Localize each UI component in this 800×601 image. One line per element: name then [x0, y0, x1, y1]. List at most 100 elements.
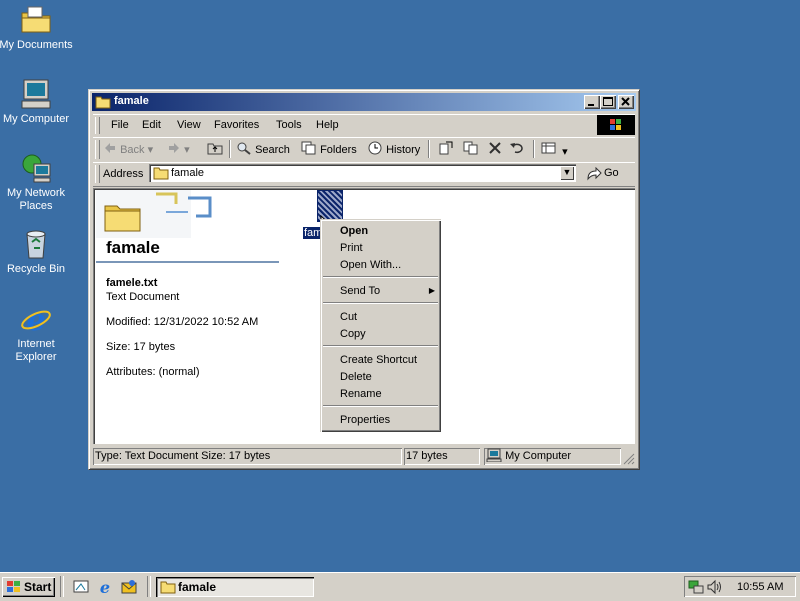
submenu-arrow-icon: ▶ — [428, 286, 435, 295]
back-arrow-icon — [105, 143, 115, 153]
context-menu-open[interactable]: Open — [340, 224, 368, 238]
forward-arrow-icon — [169, 143, 179, 153]
file-details-name: famele.txt — [106, 277, 158, 289]
windows-logo-icon — [7, 581, 20, 592]
address-label: Address — [103, 168, 144, 180]
menu-help[interactable]: Help — [316, 119, 339, 131]
outlook-express-icon[interactable] — [121, 579, 137, 595]
status-bar: Type: Text Document Size: 17 bytes 17 by… — [93, 448, 635, 466]
taskbar-separator — [60, 576, 64, 597]
delete-icon — [489, 142, 501, 154]
desktop-icon-label-line2: Places — [19, 200, 53, 212]
file-details-size: Size: 17 bytes — [106, 341, 176, 353]
menu-tools[interactable]: Tools — [276, 119, 302, 131]
views-dropdown-icon[interactable]: ▾ — [562, 146, 568, 158]
network-tray-icon[interactable] — [688, 579, 704, 595]
minimize-button[interactable] — [584, 95, 600, 109]
desktop-icon-my-computer[interactable]: My Computer — [0, 78, 74, 126]
folders-button[interactable]: Folders — [301, 141, 357, 157]
forward-button[interactable]: ▾ — [167, 141, 190, 157]
desktop-icon-label: My Documents — [0, 39, 73, 51]
status-size-panel: 17 bytes — [404, 448, 480, 465]
resize-grip-icon[interactable] — [623, 453, 635, 465]
context-menu-print[interactable]: Print — [340, 241, 363, 255]
clock[interactable]: 10:55 AM — [737, 581, 783, 593]
context-menu-open-with[interactable]: Open With... — [340, 258, 401, 272]
webview-folder-title: famale — [106, 238, 160, 257]
context-menu-copy[interactable]: Copy — [340, 327, 366, 341]
folder-icon — [104, 205, 141, 232]
my-computer-icon — [20, 78, 52, 110]
search-icon — [237, 142, 251, 155]
menu-grip[interactable] — [95, 117, 100, 134]
address-grip[interactable] — [95, 165, 100, 183]
status-zone-panel: My Computer — [484, 448, 621, 465]
views-button[interactable]: ▾ — [541, 141, 568, 158]
delete-button[interactable] — [487, 141, 503, 157]
svg-text:e: e — [100, 579, 110, 595]
toolbar-grip[interactable] — [95, 140, 100, 159]
go-button[interactable]: Go — [584, 164, 626, 182]
address-dropdown-button[interactable]: ▼ — [560, 166, 574, 180]
desktop-icon-label: My Computer — [2, 113, 70, 125]
undo-icon — [510, 143, 523, 154]
views-icon — [541, 142, 556, 154]
menu-favorites[interactable]: Favorites — [214, 119, 259, 131]
move-to-button[interactable] — [438, 141, 454, 157]
context-menu-delete[interactable]: Delete — [340, 370, 372, 384]
show-desktop-icon[interactable] — [73, 579, 89, 595]
desktop-icon-network-places[interactable]: My Network Places — [0, 152, 74, 213]
back-dropdown-icon[interactable]: ▾ — [148, 144, 154, 156]
history-label: History — [386, 144, 421, 156]
file-details-attributes: Attributes: (normal) — [106, 366, 200, 378]
chevron-down-icon: ▼ — [562, 167, 572, 177]
internet-explorer-icon[interactable]: e — [97, 579, 113, 595]
start-button[interactable]: Start — [2, 577, 55, 597]
up-folder-button[interactable] — [207, 141, 223, 157]
go-arrow-icon — [587, 167, 602, 181]
back-button[interactable]: Back ▾ — [103, 141, 153, 157]
maximize-button[interactable] — [600, 95, 616, 109]
desktop-icon-label: My Network — [6, 187, 66, 199]
webview-title-underline — [96, 261, 279, 263]
taskbar-button-famale[interactable]: famale — [156, 577, 314, 597]
desktop-icon-recycle-bin[interactable]: Recycle Bin — [0, 228, 74, 276]
menu-file[interactable]: File — [111, 119, 129, 131]
context-menu: Open Print Open With... Send To ▶ Cut Co… — [320, 219, 441, 432]
go-label: Go — [604, 167, 619, 179]
menu-edit[interactable]: Edit — [142, 119, 161, 131]
title-bar[interactable]: famale — [92, 93, 636, 111]
folders-icon — [301, 141, 316, 155]
internet-explorer-icon: e — [20, 303, 52, 338]
taskbar-separator — [147, 576, 151, 597]
address-combobox[interactable]: famale ▼ — [149, 164, 576, 182]
volume-icon[interactable] — [706, 579, 722, 595]
context-menu-create-shortcut[interactable]: Create Shortcut — [340, 353, 417, 367]
my-documents-icon — [20, 4, 52, 36]
copy-to-icon — [463, 141, 478, 155]
context-menu-cut[interactable]: Cut — [340, 310, 357, 324]
recycle-bin-icon — [20, 228, 52, 260]
menu-view[interactable]: View — [177, 119, 201, 131]
address-input[interactable]: famale — [171, 167, 204, 179]
context-menu-separator — [323, 302, 438, 304]
toolbar-separator — [428, 140, 430, 158]
close-button[interactable] — [618, 95, 634, 109]
context-menu-separator — [323, 276, 438, 278]
standard-toolbar: Back ▾ ▾ Search Folders History ▾ — [93, 137, 635, 163]
desktop-icon-my-documents[interactable]: My Documents — [0, 4, 74, 52]
history-button[interactable]: History — [367, 141, 420, 157]
search-button[interactable]: Search — [236, 141, 290, 157]
desktop-icon-label-line2: Explorer — [15, 351, 57, 363]
context-menu-properties[interactable]: Properties — [340, 413, 390, 427]
context-menu-send-to[interactable]: Send To — [340, 284, 380, 298]
undo-button[interactable] — [509, 141, 525, 157]
file-details-type: Text Document — [106, 291, 180, 303]
status-info-panel: Type: Text Document Size: 17 bytes — [93, 448, 402, 465]
copy-to-button[interactable] — [463, 141, 479, 157]
forward-dropdown-icon[interactable]: ▾ — [184, 144, 190, 156]
context-menu-rename[interactable]: Rename — [340, 387, 382, 401]
desktop-icon-internet-explorer[interactable]: e Internet Explorer — [0, 303, 74, 364]
windows-logo-icon — [597, 115, 635, 135]
toolbar-separator — [533, 140, 535, 158]
